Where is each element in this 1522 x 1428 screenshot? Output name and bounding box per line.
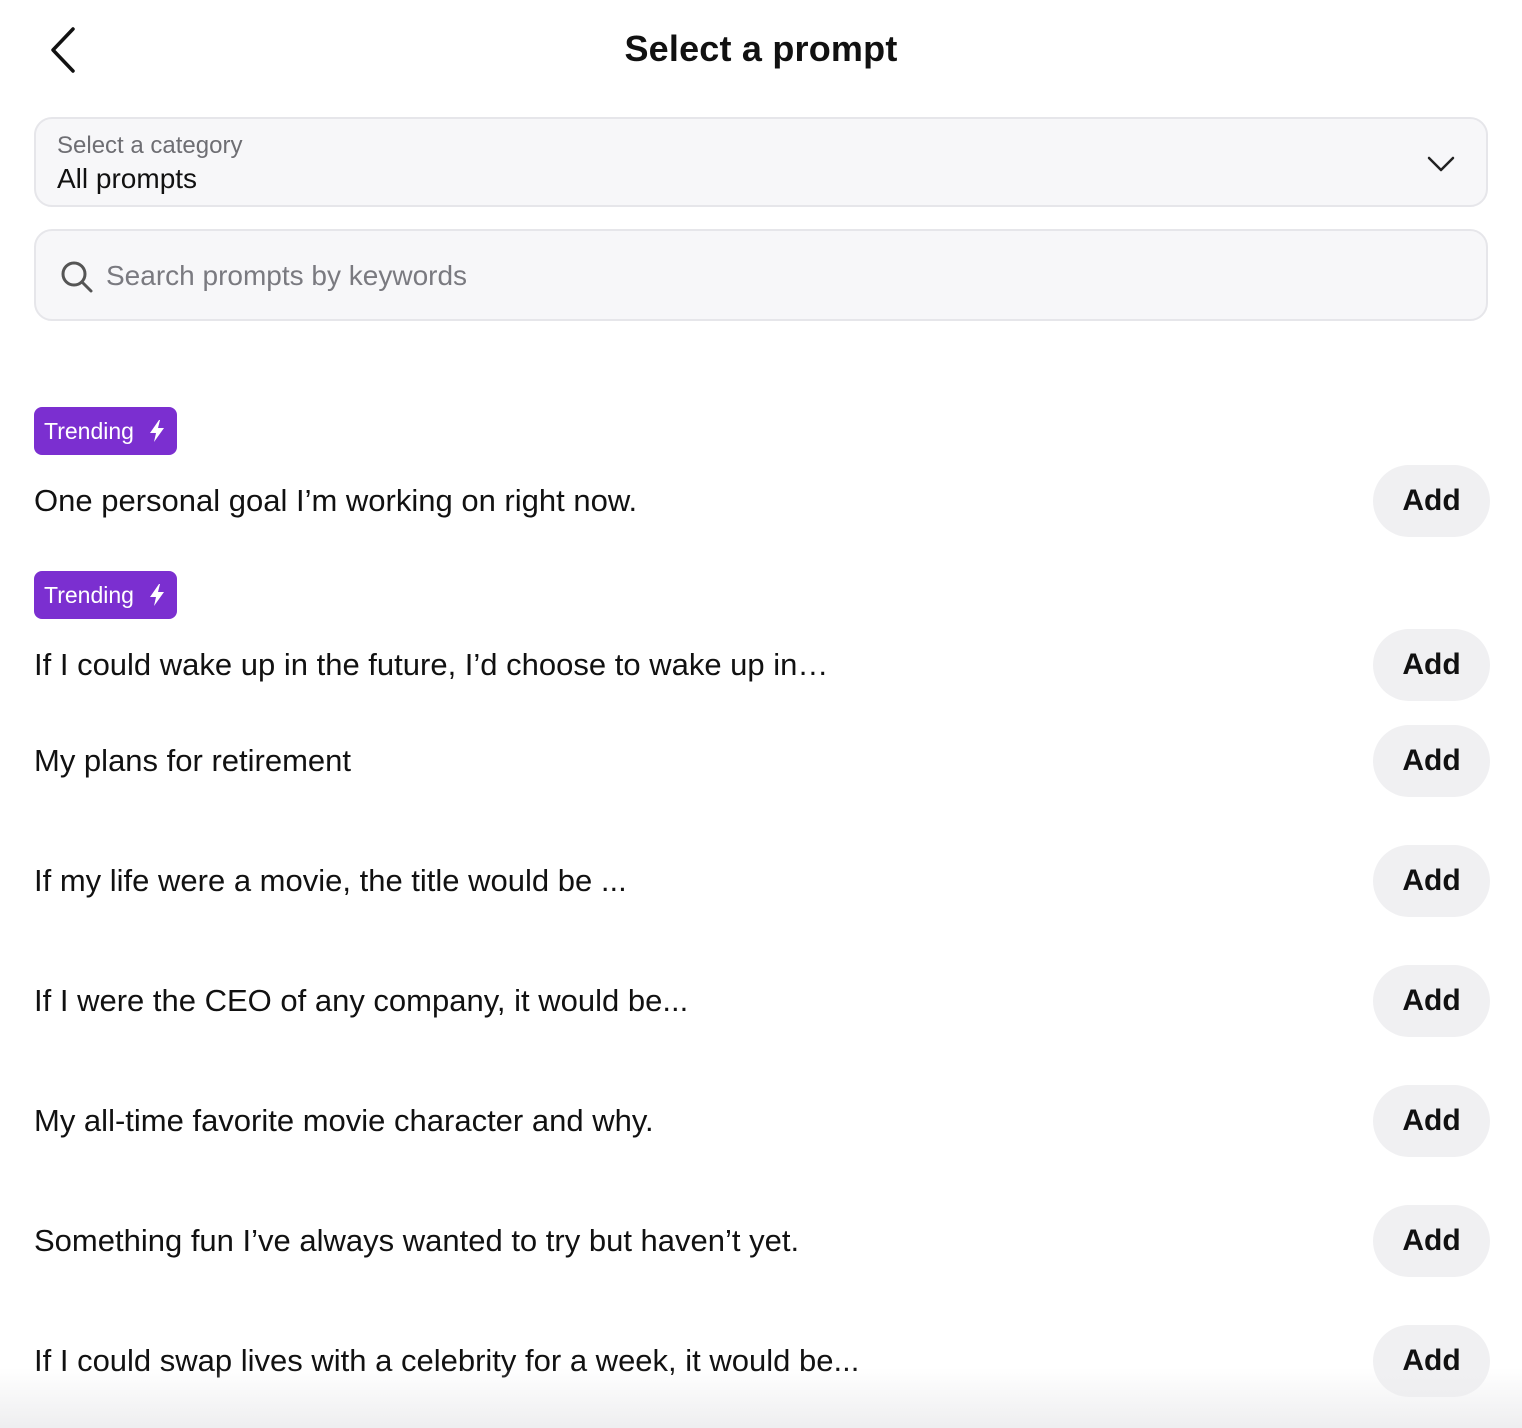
add-button[interactable]: Add [1373, 1205, 1490, 1277]
category-value: All prompts [57, 163, 198, 194]
bolt-icon [150, 420, 164, 442]
category-select[interactable]: Select a category All prompts [34, 117, 1488, 207]
prompt-row: If I could wake up in the future, I’d ch… [34, 629, 1490, 701]
add-button[interactable]: Add [1373, 845, 1490, 917]
prompt-text: My plans for retirement [34, 743, 351, 778]
prompt-text: If my life were a movie, the title would… [34, 863, 627, 898]
trending-badge: Trending [34, 407, 177, 455]
add-button[interactable]: Add [1373, 725, 1490, 797]
add-button[interactable]: Add [1373, 1325, 1490, 1397]
trending-badge-label: Trending [44, 417, 134, 444]
category-label: Select a category [57, 132, 243, 159]
trending-badge: Trending [34, 571, 177, 619]
add-button[interactable]: Add [1373, 965, 1490, 1037]
add-button[interactable]: Add [1373, 1085, 1490, 1157]
prompt-row: My plans for retirement Add [34, 725, 1490, 797]
bolt-icon [150, 584, 164, 606]
prompt-text: My all-time favorite movie character and… [34, 1103, 654, 1138]
trending-badge-label: Trending [44, 581, 134, 608]
prompt-text: Something fun I’ve always wanted to try … [34, 1223, 800, 1258]
prompt-row: My all-time favorite movie character and… [34, 1085, 1490, 1157]
prompt-text: One personal goal I’m working on right n… [34, 483, 638, 518]
prompt-text: If I could wake up in the future, I’d ch… [34, 647, 829, 682]
search-icon [61, 261, 93, 293]
prompt-text: If I were the CEO of any company, it wou… [34, 983, 689, 1018]
add-button[interactable]: Add [1373, 465, 1490, 537]
prompt-row: Something fun I’ve always wanted to try … [34, 1205, 1490, 1277]
prompt-row: One personal goal I’m working on right n… [34, 465, 1490, 537]
search-box[interactable] [34, 229, 1488, 321]
prompt-row: If I were the CEO of any company, it wou… [34, 965, 1490, 1037]
chevron-down-icon [1427, 156, 1455, 172]
prompt-row: If my life were a movie, the title would… [34, 845, 1490, 917]
add-button[interactable]: Add [1373, 629, 1490, 701]
prompt-text: If I could swap lives with a celebrity f… [34, 1343, 860, 1378]
header: Select a prompt [0, 0, 1522, 100]
search-input[interactable] [106, 251, 1456, 301]
prompt-row: If I could swap lives with a celebrity f… [34, 1325, 1490, 1397]
page-title: Select a prompt [624, 28, 898, 69]
